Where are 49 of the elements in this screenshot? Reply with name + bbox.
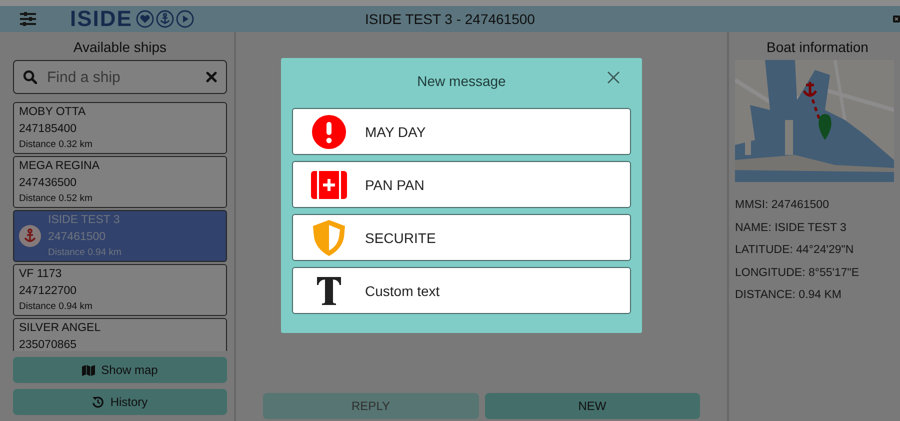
- message-option[interactable]: MAY DAY: [292, 108, 631, 155]
- shield-icon: [313, 220, 345, 256]
- info-field: LONGITUDE: 8°55'17"E: [735, 262, 900, 284]
- logo: ISIDE: [70, 6, 132, 32]
- ship-mmsi: 247436500: [19, 176, 78, 191]
- info-field: LATITUDE: 44°24'29"N: [735, 239, 900, 262]
- show-map-button[interactable]: Show map: [13, 357, 227, 383]
- ship-distance: Distance 0.32 km: [19, 138, 92, 151]
- close-icon[interactable]: [607, 71, 620, 84]
- clear-icon[interactable]: [206, 72, 217, 82]
- anchor-icon: [19, 224, 41, 246]
- exclamation-icon: [312, 114, 346, 148]
- new-button[interactable]: NEW: [484, 393, 700, 419]
- ship-card[interactable]: MOBY OTTA 247185400 Distance 0.32 km: [13, 102, 227, 154]
- dialog-title: New message: [417, 73, 506, 89]
- ship-name: VF 1173: [19, 267, 63, 282]
- ship-mmsi: 247461500: [48, 230, 107, 245]
- info-field: DISTANCE: 0.94 KM: [735, 284, 900, 306]
- ship-card[interactable]: VF 1173 247122700 Distance 0.94 km: [13, 264, 227, 316]
- ship-mmsi: 247122700: [19, 284, 78, 299]
- ship-name: SILVER ANGEL: [19, 321, 101, 336]
- ship-distance: Distance 0.94 km: [19, 300, 92, 313]
- message-option[interactable]: PAN PAN: [292, 161, 631, 208]
- panel-heading: Available ships: [72, 38, 168, 57]
- play-icon: [176, 10, 194, 28]
- ship-mmsi: 235070865: [19, 338, 78, 351]
- anchor-icon: [156, 10, 174, 28]
- window-title: ISIDE TEST 3 - 247461500: [365, 11, 535, 27]
- ship-name: ISIDE TEST 3: [48, 213, 121, 228]
- close-icon[interactable]: [893, 14, 900, 24]
- ship-distance: Distance 0.94 km: [48, 246, 122, 259]
- ship-name: MOBY OTTA: [19, 105, 87, 120]
- ship-mmsi: 247185400: [19, 122, 78, 137]
- message-option[interactable]: Custom text: [292, 267, 631, 314]
- panel-heading: Boat information: [766, 38, 870, 57]
- ship-name: MEGA REGINA: [19, 159, 100, 174]
- map-icon: [82, 364, 96, 376]
- first-aid-kit-icon: [311, 170, 347, 198]
- history-icon: [92, 396, 104, 408]
- ship-card[interactable]: MEGA REGINA 247436500 Distance 0.52 km: [13, 156, 227, 208]
- message-option[interactable]: SECURITE: [292, 214, 631, 261]
- ship-distance: Distance 0.52 km: [19, 192, 94, 205]
- search-field[interactable]: Find a ship: [13, 60, 227, 94]
- text-icon: [316, 276, 342, 304]
- ship-card[interactable]: SILVER ANGEL 235070865: [13, 318, 227, 351]
- info-field: NAME: ISIDE TEST 3: [735, 216, 900, 239]
- history-button[interactable]: History: [13, 389, 227, 415]
- menu-icon[interactable]: [20, 12, 36, 26]
- info-field: MMSI: 247461500: [735, 194, 900, 216]
